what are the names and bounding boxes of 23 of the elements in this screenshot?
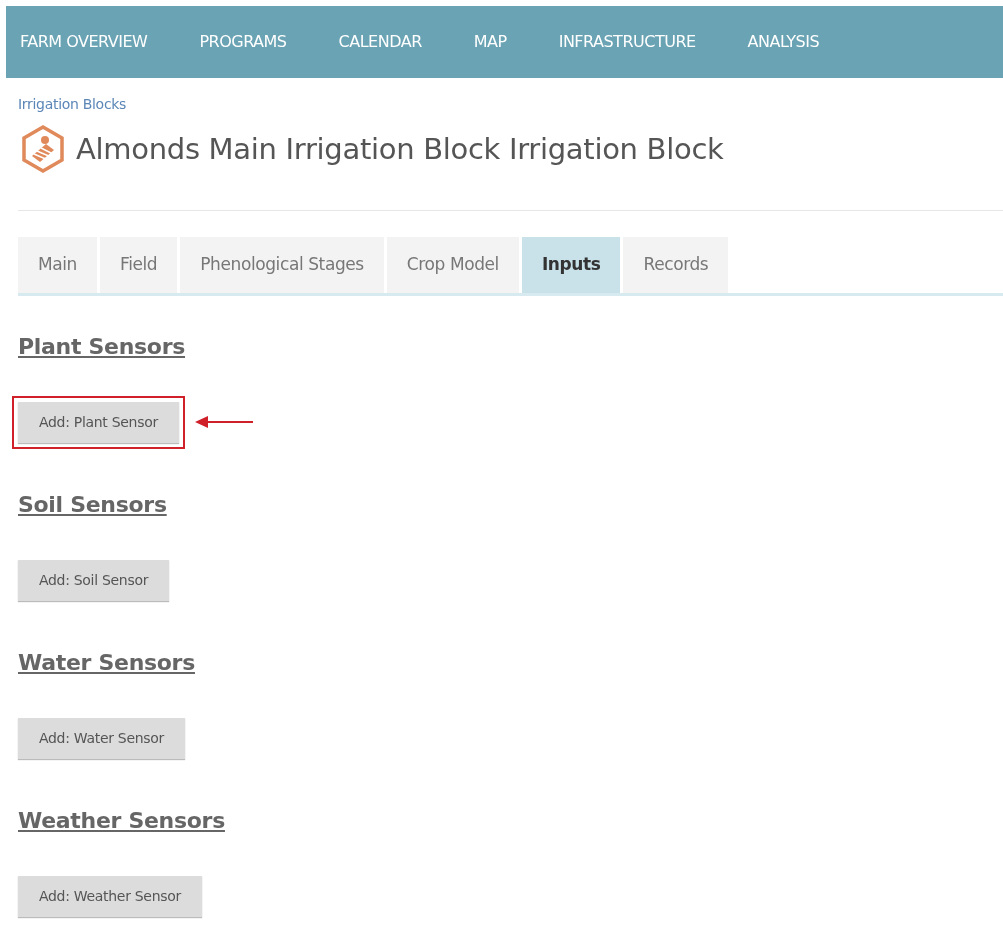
- add-button[interactable]: Add: Water Sensor: [18, 717, 185, 759]
- section-heading: Water Sensors: [18, 649, 196, 676]
- tab[interactable]: Inputs: [521, 237, 621, 293]
- nav-link[interactable]: CALENDAR: [338, 30, 422, 54]
- tab[interactable]: Phenological Stages: [180, 237, 384, 293]
- pointer-arrow: [194, 415, 253, 430]
- section-heading: Soil Sensors: [18, 491, 168, 518]
- add-button[interactable]: Add: Soil Sensor: [18, 559, 170, 601]
- tab[interactable]: Field: [100, 237, 178, 293]
- section-heading: Plant Sensors: [18, 333, 187, 360]
- nav-link[interactable]: ANALYSIS: [747, 30, 820, 54]
- nav-link[interactable]: INFRASTRUCTURE: [558, 30, 696, 54]
- tab[interactable]: Records: [623, 237, 729, 293]
- add-button[interactable]: Add: Weather Sensor: [18, 875, 202, 917]
- tab[interactable]: Crop Model: [386, 237, 519, 293]
- nav-link[interactable]: MAP: [473, 30, 507, 54]
- section-heading: Weather Sensors: [18, 807, 226, 834]
- add-button[interactable]: Add: Plant Sensor: [18, 401, 179, 443]
- nav-link[interactable]: FARM OVERVIEW: [20, 30, 148, 54]
- breadcrumb-link[interactable]: Irrigation Blocks: [18, 94, 127, 115]
- page-title: Almonds Main Irrigation Block Irrigation Block: [76, 131, 724, 167]
- nav-link[interactable]: PROGRAMS: [199, 30, 287, 54]
- tab[interactable]: Main: [18, 237, 97, 293]
